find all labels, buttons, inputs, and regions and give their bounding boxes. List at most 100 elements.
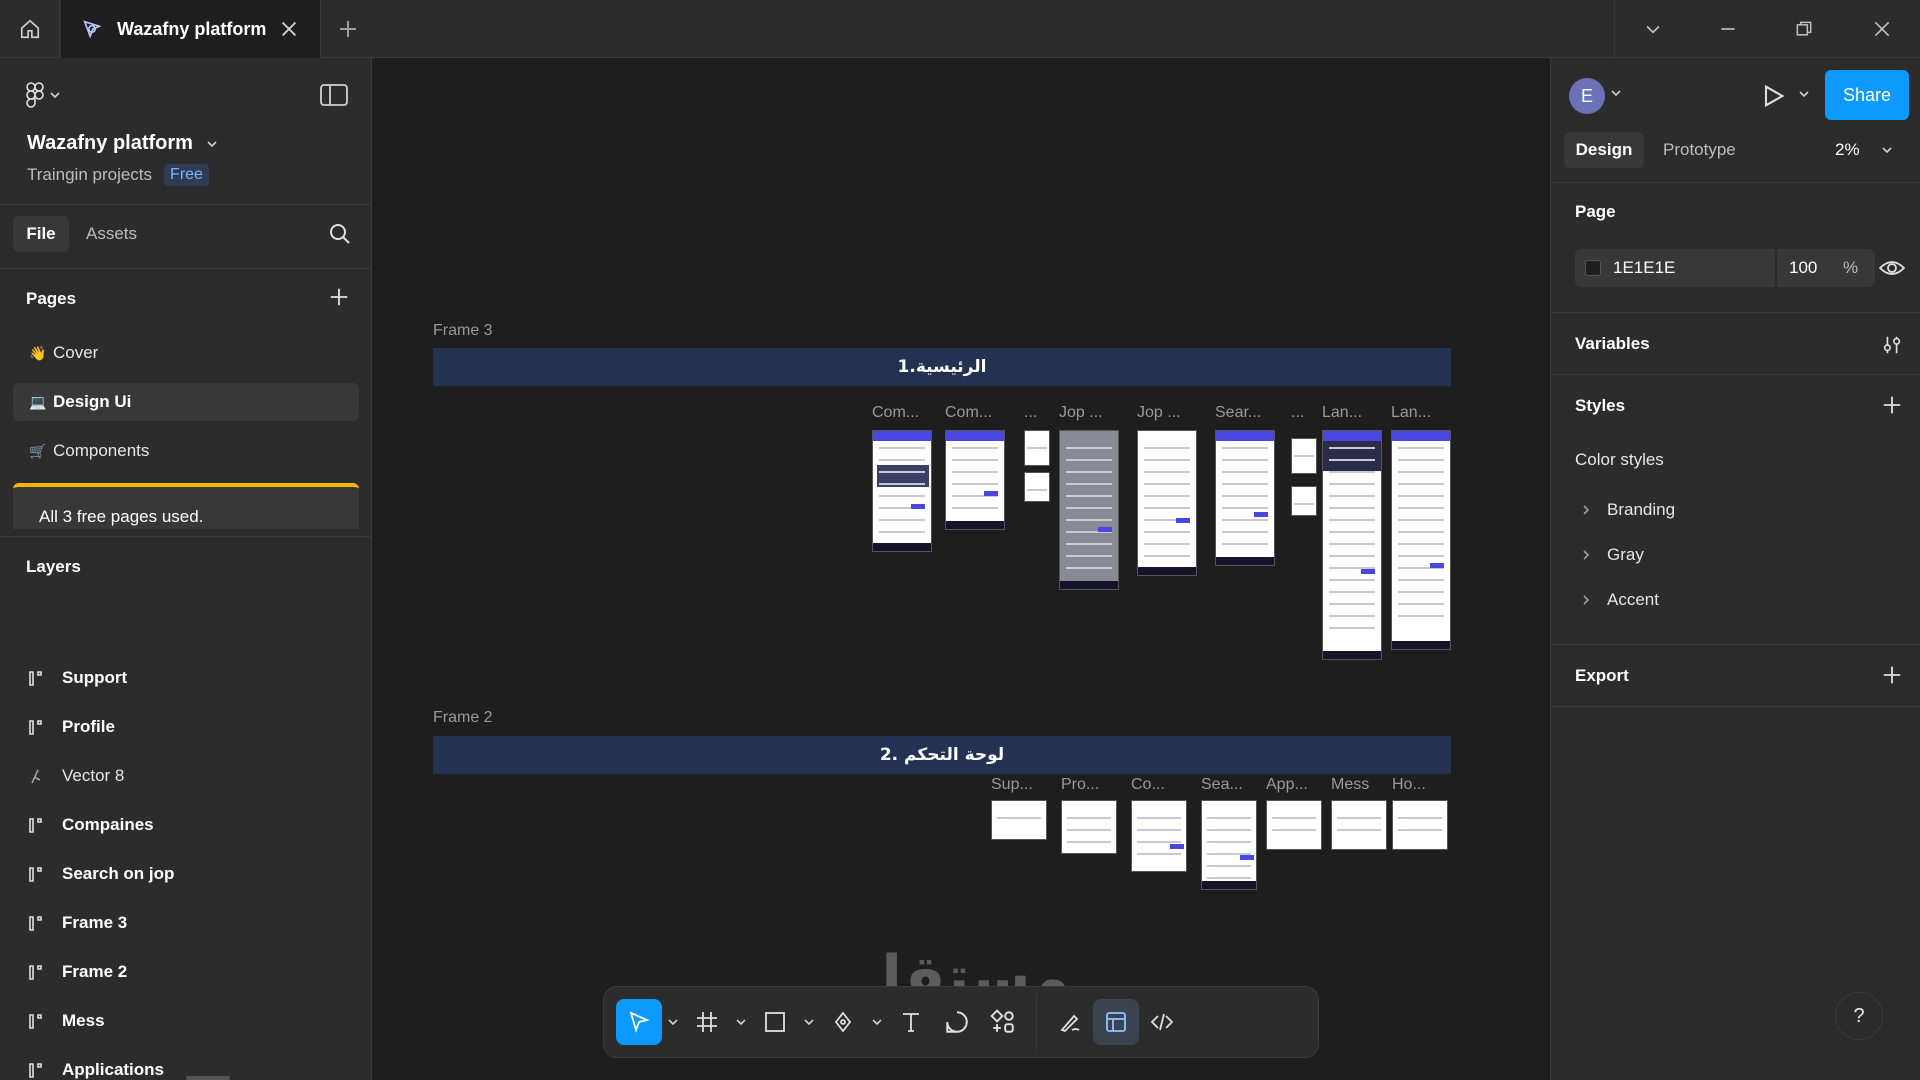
close-icon[interactable] (278, 18, 300, 40)
plus-icon[interactable] (1881, 394, 1903, 416)
screen-thumbnail[interactable] (1291, 486, 1317, 516)
layer-item[interactable]: Profile (28, 713, 115, 741)
sliders-icon[interactable] (1881, 334, 1903, 356)
page-opacity-value[interactable]: 100 (1789, 258, 1817, 278)
chevron-down-icon[interactable] (1799, 89, 1809, 99)
help-button[interactable]: ? (1835, 992, 1883, 1040)
plus-icon[interactable] (328, 286, 350, 308)
screen-thumbnail[interactable] (872, 430, 932, 552)
layer-item[interactable]: Compaines (28, 811, 154, 839)
share-button[interactable]: Share (1825, 70, 1909, 120)
thumbnail-label[interactable]: Jop ... (1137, 404, 1197, 422)
thumbnail-label[interactable]: Com... (872, 404, 936, 422)
minimize-button[interactable] (1690, 0, 1766, 58)
plus-icon[interactable] (1881, 664, 1903, 686)
screen-thumbnail[interactable] (1059, 430, 1119, 590)
dev-mode-tool[interactable] (1093, 999, 1139, 1045)
thumbnail-label[interactable]: Lan... (1322, 404, 1382, 422)
pen-tool-menu[interactable] (866, 999, 888, 1045)
tab-design[interactable]: Design (1564, 132, 1644, 168)
layer-item[interactable]: Vector 8 (28, 762, 124, 790)
tab-prototype[interactable]: Prototype (1663, 132, 1736, 168)
frame-tool[interactable] (684, 999, 730, 1045)
zoom-control[interactable]: 2% (1835, 132, 1892, 168)
text-tool[interactable] (888, 999, 934, 1045)
layer-item[interactable]: Search on jop (28, 860, 174, 888)
thumbnail-label[interactable]: Sear... (1215, 404, 1277, 422)
tab-wazafny-platform[interactable]: Wazafny platform (61, 0, 321, 58)
section-dashboard-bar[interactable]: 2. لوحة التحكم (433, 736, 1451, 774)
search-icon[interactable] (328, 222, 352, 246)
home-button[interactable] (0, 0, 60, 58)
chevron-down-icon[interactable] (1611, 88, 1621, 98)
play-icon[interactable] (1759, 82, 1787, 110)
shape-tool-menu[interactable] (798, 999, 820, 1045)
screen-thumbnail[interactable] (1137, 430, 1197, 576)
color-style-accent[interactable]: Accent (1581, 590, 1659, 610)
thumbnail-label[interactable]: ... (1024, 404, 1054, 422)
layer-item[interactable]: Support (28, 664, 127, 692)
window-close-button[interactable] (1844, 0, 1920, 58)
layer-item[interactable]: Applications (28, 1056, 164, 1080)
color-swatch[interactable] (1585, 260, 1601, 276)
layer-item[interactable]: Frame 3 (28, 909, 127, 937)
thumbnail-label[interactable]: Sea... (1201, 776, 1257, 794)
screen-thumbnail[interactable] (1322, 430, 1382, 660)
canvas[interactable]: Frame 3 1.الرئيسية Com... Com...... Jop ..… (373, 58, 1549, 1080)
avatar[interactable]: E (1569, 78, 1605, 114)
layer-item[interactable]: Frame 2 (28, 958, 127, 986)
frame-3-label[interactable]: Frame 3 (433, 322, 493, 340)
section-home-bar[interactable]: 1.الرئيسية (433, 348, 1451, 386)
thumbnail-label[interactable]: Jop ... (1059, 404, 1119, 422)
code-tool[interactable] (1139, 999, 1185, 1045)
scrollbar[interactable] (186, 1076, 230, 1080)
components-tool[interactable] (980, 999, 1026, 1045)
page-item-components[interactable]: 🛒 Components (13, 432, 359, 470)
main-menu-button[interactable] (26, 82, 60, 108)
sidebar-toggle-icon[interactable] (320, 84, 348, 106)
frame-tool-menu[interactable] (730, 999, 752, 1045)
page-color-hex[interactable]: 1E1E1E (1613, 258, 1675, 278)
screen-thumbnail[interactable] (1291, 438, 1317, 474)
comment-tool[interactable] (934, 999, 980, 1045)
screen-thumbnail[interactable] (1391, 430, 1451, 650)
draw-tool[interactable] (1047, 999, 1093, 1045)
screen-thumbnail[interactable] (1215, 430, 1275, 566)
tabs-dropdown-button[interactable] (1614, 0, 1690, 58)
page-item-design-ui[interactable]: 💻 Design Ui (13, 383, 359, 421)
thumbnail-label[interactable]: ... (1291, 404, 1321, 422)
file-name[interactable]: Wazafny platform (27, 132, 217, 155)
thumbnail-label[interactable]: Sup... (991, 776, 1047, 794)
screen-thumbnail[interactable] (1266, 800, 1322, 850)
screen-thumbnail[interactable] (1131, 800, 1187, 872)
page-item-cover[interactable]: 👋 Cover (13, 334, 359, 372)
tab-file[interactable]: File (13, 216, 69, 252)
thumbnail-label[interactable]: Pro... (1061, 776, 1117, 794)
thumbnail-label[interactable]: App... (1266, 776, 1322, 794)
screen-thumbnail[interactable] (1061, 800, 1117, 854)
thumbnail-label[interactable]: Mess (1331, 776, 1387, 794)
page-color-field[interactable]: 1E1E1E 100 % (1575, 249, 1875, 287)
thumbnail-label[interactable]: Co... (1131, 776, 1187, 794)
color-style-branding[interactable]: Branding (1581, 500, 1675, 520)
restore-button[interactable] (1766, 0, 1842, 58)
screen-thumbnail[interactable] (1201, 800, 1257, 890)
screen-thumbnail[interactable] (945, 430, 1005, 530)
plus-icon[interactable] (336, 17, 360, 41)
tab-assets[interactable]: Assets (86, 216, 137, 252)
frame-2-label[interactable]: Frame 2 (433, 709, 493, 727)
project-name[interactable]: Traingin projects (27, 165, 152, 185)
eye-icon[interactable] (1879, 257, 1905, 279)
screen-thumbnail[interactable] (991, 800, 1047, 840)
thumbnail-label[interactable]: Lan... (1391, 404, 1451, 422)
rectangle-tool[interactable] (752, 999, 798, 1045)
move-tool-menu[interactable] (662, 999, 684, 1045)
layer-item[interactable]: Mess (28, 1007, 105, 1035)
pen-tool[interactable] (820, 999, 866, 1045)
color-style-gray[interactable]: Gray (1581, 545, 1644, 565)
screen-thumbnail[interactable] (1331, 800, 1387, 850)
move-tool[interactable] (616, 999, 662, 1045)
screen-thumbnail[interactable] (1024, 472, 1050, 502)
thumbnail-label[interactable]: Ho... (1392, 776, 1448, 794)
thumbnail-label[interactable]: Com... (945, 404, 1009, 422)
